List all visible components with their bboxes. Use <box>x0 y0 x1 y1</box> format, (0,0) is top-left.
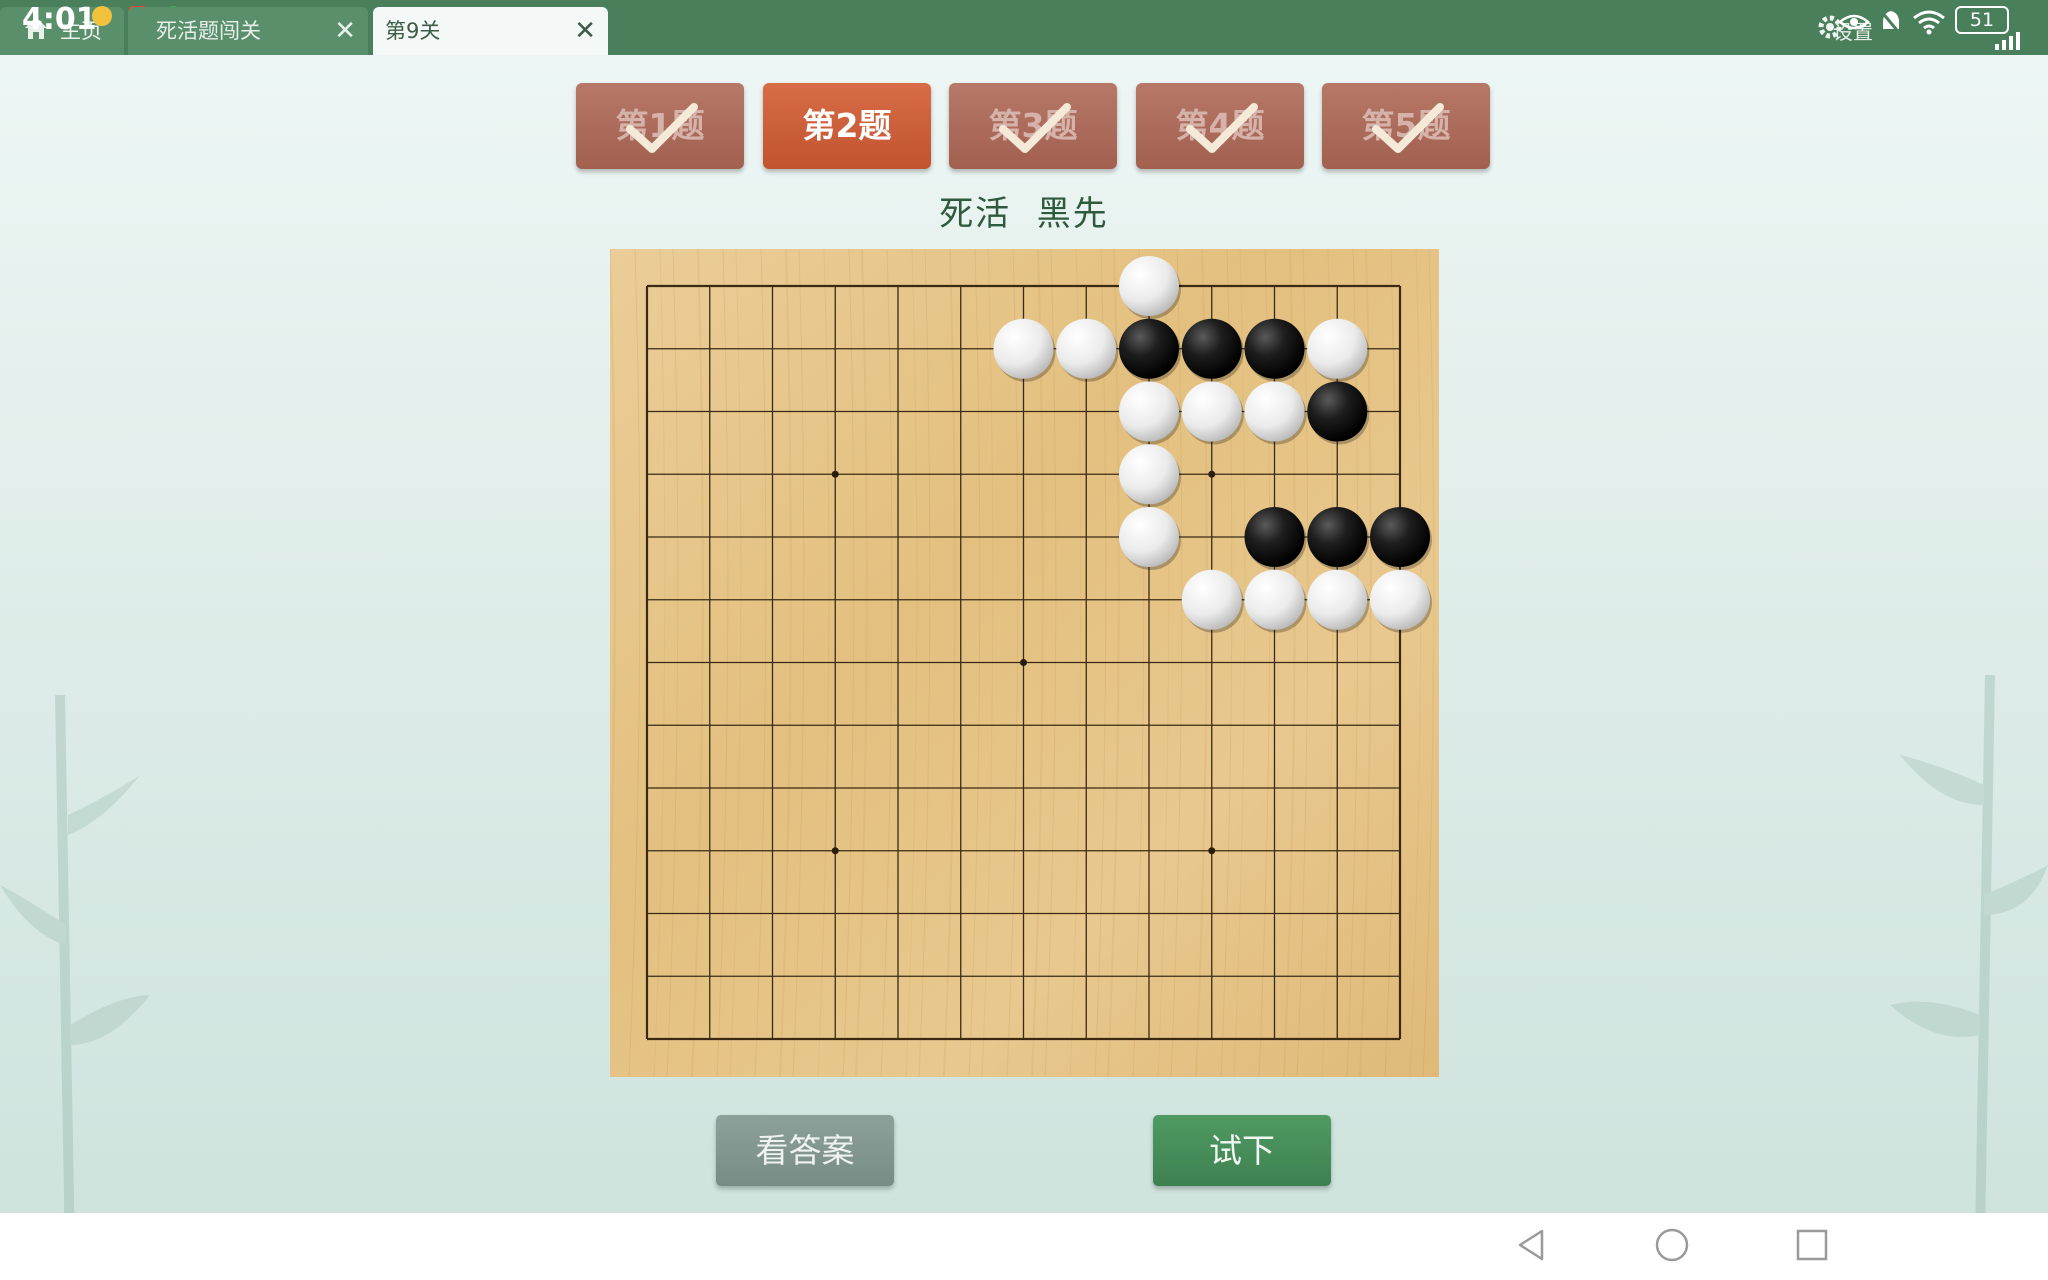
black-stone <box>1370 507 1430 567</box>
white-stone <box>1181 569 1242 630</box>
star-point <box>1208 847 1216 855</box>
problem-label: 第2题 <box>802 106 892 145</box>
back-icon[interactable] <box>1512 1225 1552 1265</box>
problem-label: 第5题 <box>1361 106 1451 145</box>
status-time: 4:01 <box>22 2 97 37</box>
close-icon[interactable]: ✕ <box>334 7 356 55</box>
white-stone <box>1119 381 1179 442</box>
white-stone <box>1307 569 1368 630</box>
battery-level: 51 <box>1969 9 1995 31</box>
show-answer-button[interactable]: 看答案 <box>716 1115 894 1186</box>
home-circle-icon[interactable] <box>1652 1225 1692 1265</box>
star-point <box>1020 659 1027 666</box>
black-stone <box>1244 318 1305 379</box>
problem-button-4[interactable]: 第4题 <box>1136 83 1304 169</box>
black-stone <box>1307 507 1368 567</box>
problem-label: 第1题 <box>615 106 705 145</box>
problem-label: 第4题 <box>1175 106 1265 145</box>
board-canvas[interactable] <box>610 249 1439 1077</box>
stones-layer <box>993 256 1432 633</box>
problem-button-5[interactable]: 第5题 <box>1322 83 1490 169</box>
black-stone <box>1244 507 1305 567</box>
star-point <box>1208 470 1216 478</box>
star-point <box>831 847 839 855</box>
white-stone <box>1119 444 1179 505</box>
navigation-bar <box>0 1213 2048 1280</box>
tab-tsumego-levels[interactable]: 死活题闯关 ✕ <box>128 7 368 55</box>
wifi-icon <box>1913 10 1945 35</box>
white-stone <box>1056 318 1117 379</box>
problem-subtitle: 死活 黑先 <box>939 194 1109 234</box>
signal-icon <box>1995 32 2020 50</box>
tab-level-9-label: 第9关 <box>385 19 441 43</box>
weibo-notification-icon <box>92 6 112 26</box>
mute-bell-icon <box>1879 10 1903 36</box>
white-stone <box>1244 569 1305 630</box>
bamboo-decoration-left <box>0 695 150 1255</box>
white-stone <box>1307 318 1368 379</box>
problem-button-1[interactable]: 第1题 <box>576 83 744 169</box>
eye-icon <box>1838 14 1870 30</box>
recents-icon[interactable] <box>1792 1225 1832 1265</box>
white-stone <box>1119 256 1179 316</box>
black-stone <box>1181 318 1242 379</box>
try-button[interactable]: 试下 <box>1153 1115 1331 1186</box>
problem-button-2[interactable]: 第2题 <box>763 83 931 169</box>
go-board[interactable] <box>610 249 1439 1077</box>
bamboo-decoration-right <box>1890 675 2048 1235</box>
white-stone <box>993 318 1054 379</box>
tab-tsumego-levels-label: 死活题闯关 <box>156 19 261 43</box>
problem-label: 第3题 <box>988 106 1078 145</box>
white-stone <box>1244 381 1305 442</box>
star-point <box>831 470 839 478</box>
black-stone <box>1307 381 1368 442</box>
white-stone <box>1370 569 1430 630</box>
white-stone <box>1119 507 1179 567</box>
close-icon[interactable]: ✕ <box>574 7 596 55</box>
top-bar: 主页 4:01 死活题闯关 ✕ 第9关 ✕ 设置 51 <box>0 0 2048 55</box>
tab-level-9[interactable]: 第9关 ✕ <box>373 7 608 55</box>
white-stone <box>1181 381 1242 442</box>
black-stone <box>1119 318 1179 379</box>
problem-button-3[interactable]: 第3题 <box>949 83 1117 169</box>
